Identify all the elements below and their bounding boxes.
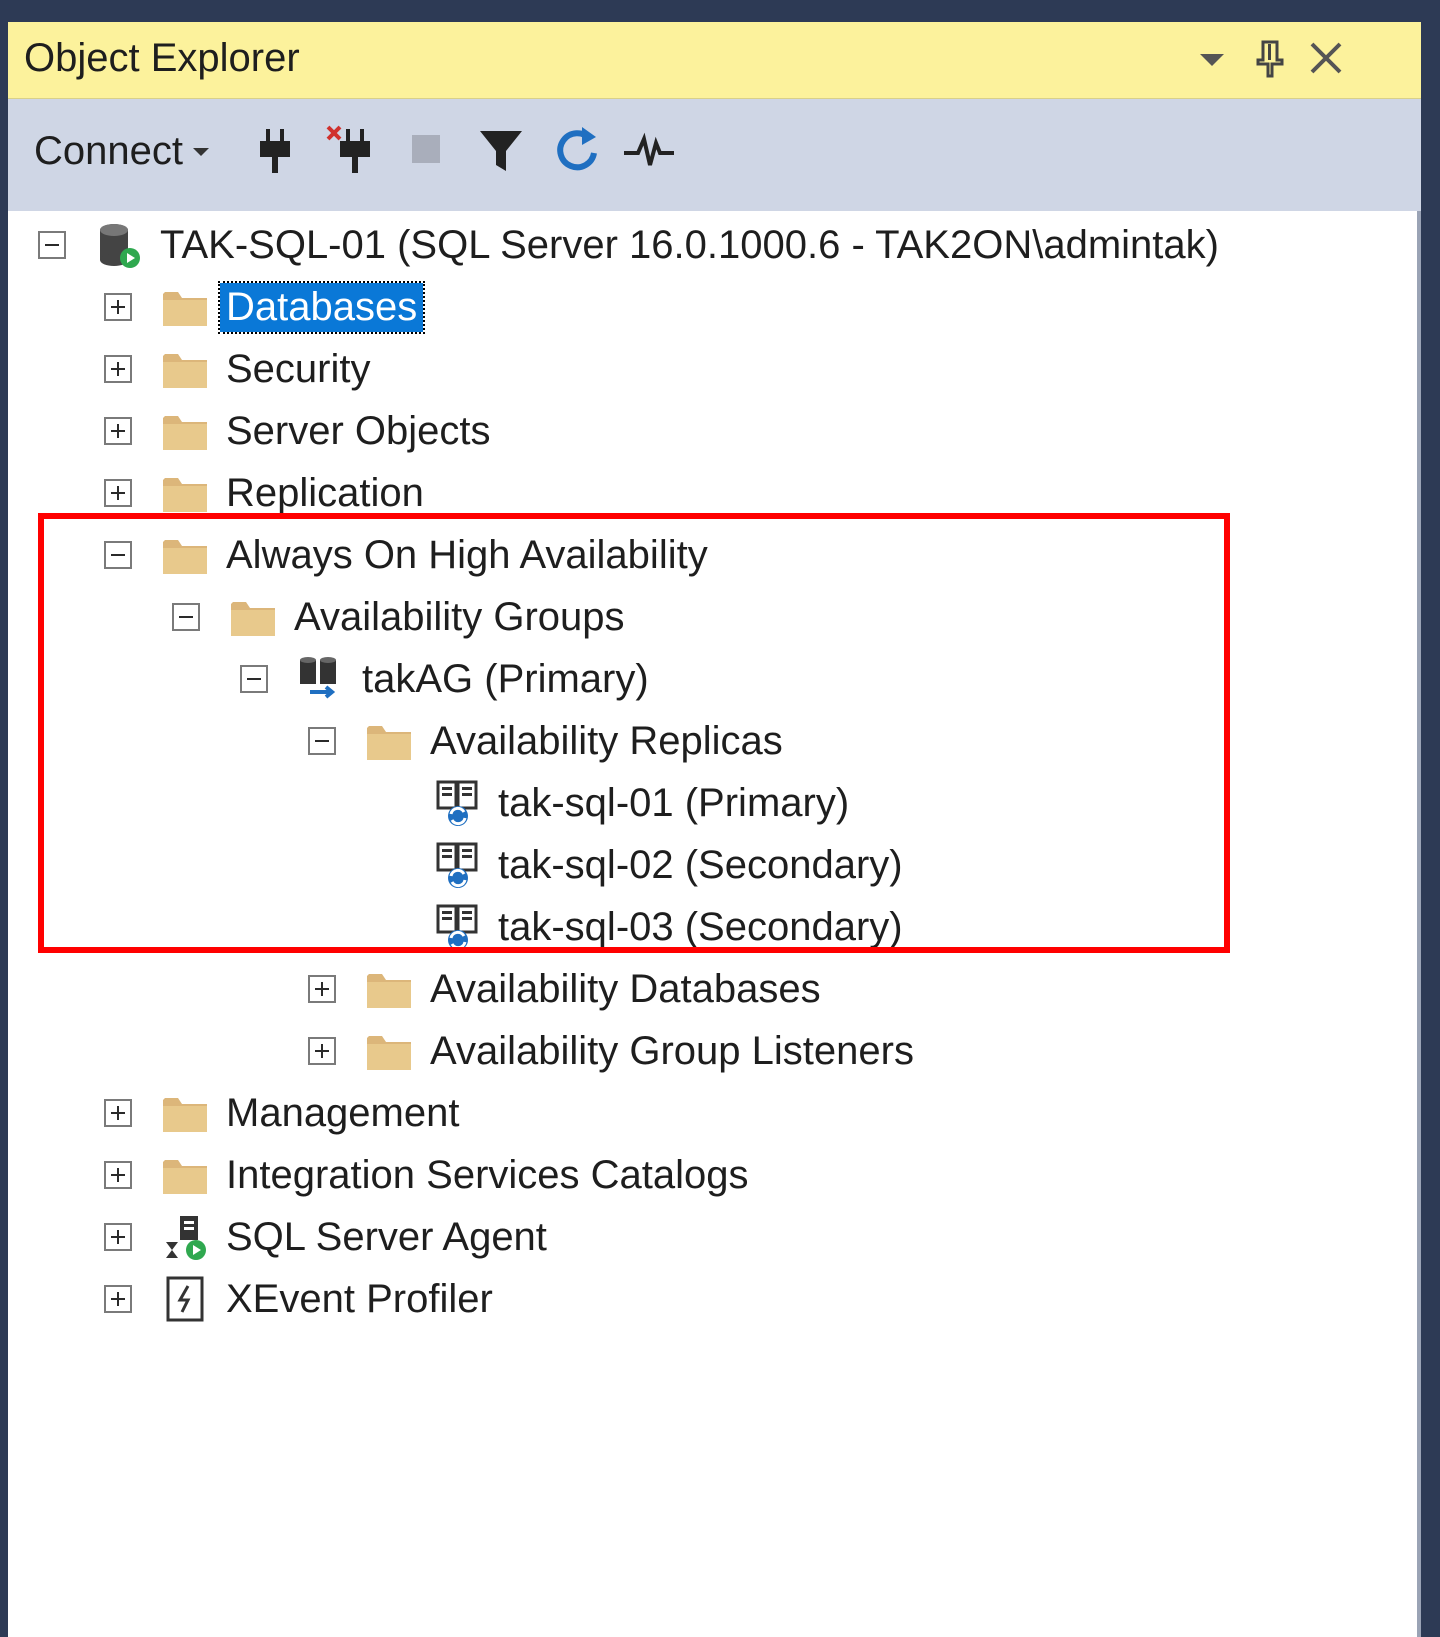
tree-node-label: Availability Groups (294, 594, 625, 639)
folder-icon (231, 602, 275, 636)
tree-node-label: Replication (226, 470, 424, 515)
expand-icon[interactable] (104, 417, 132, 445)
connect-button[interactable]: Connect (34, 129, 213, 174)
tree-node-management[interactable]: Management (104, 1082, 459, 1144)
collapse-icon[interactable] (240, 665, 268, 693)
folder-icon (163, 416, 207, 450)
tree-node-label: takAG (Primary) (362, 656, 649, 701)
disconnect-plug-icon[interactable] (324, 123, 378, 177)
folder-icon (163, 1098, 207, 1132)
expand-icon[interactable] (104, 1099, 132, 1127)
folder-icon (163, 1160, 207, 1194)
tree-node-label: tak-sql-02 (Secondary) (498, 842, 903, 887)
tree-node-ag-listeners[interactable]: Availability Group Listeners (308, 1020, 914, 1082)
tree-node-availability-groups[interactable]: Availability Groups (172, 586, 625, 648)
availability-replica-icon (436, 842, 478, 890)
tree-node-always-on[interactable]: Always On High Availability (104, 524, 708, 586)
tree-node-label: Availability Group Listeners (430, 1028, 914, 1073)
panel-title: Object Explorer (24, 36, 300, 80)
collapse-icon[interactable] (38, 231, 66, 259)
expand-icon[interactable] (104, 1285, 132, 1313)
folder-icon (367, 1036, 411, 1070)
folder-icon (163, 354, 207, 388)
tree-node-label: Management (226, 1090, 460, 1135)
close-icon[interactable] (1304, 36, 1348, 80)
collapse-icon[interactable] (104, 541, 132, 569)
object-explorer-panel: Object Explorer Connect TAK-SQL-01 (SQL … (8, 22, 1421, 1637)
connect-plug-icon[interactable] (248, 123, 302, 177)
tree-node-label: tak-sql-01 (Primary) (498, 780, 850, 825)
stop-icon[interactable] (400, 123, 454, 177)
tree-node-databases[interactable]: Databases (104, 276, 426, 338)
pin-icon[interactable] (1248, 36, 1292, 80)
tree-node-label: Security (226, 346, 371, 391)
expand-icon[interactable] (104, 355, 132, 383)
sql-agent-icon (166, 1216, 206, 1260)
availability-replica-icon (436, 780, 478, 828)
activity-monitor-icon[interactable] (622, 123, 676, 177)
tree-node-xevent-profiler[interactable]: XEvent Profiler (104, 1268, 493, 1330)
panel-border-right (1417, 211, 1421, 1637)
tree-node-label: Availability Replicas (430, 718, 783, 763)
tree-node-label: Integration Services Catalogs (226, 1152, 749, 1197)
tree-node-availability-databases[interactable]: Availability Databases (308, 958, 821, 1020)
tree-node-replica[interactable]: tak-sql-02 (Secondary) (376, 834, 903, 896)
tree-node-server-objects[interactable]: Server Objects (104, 400, 491, 462)
expand-icon[interactable] (104, 1161, 132, 1189)
folder-icon (367, 726, 411, 760)
expand-icon[interactable] (308, 975, 336, 1003)
tree-node-label: XEvent Profiler (226, 1276, 493, 1321)
availability-replica-icon (436, 904, 478, 952)
tree-node-label: SQL Server Agent (226, 1214, 547, 1259)
object-explorer-toolbar: Connect (8, 99, 1421, 211)
filter-icon[interactable] (474, 123, 528, 177)
tree-node-security[interactable]: Security (104, 338, 371, 400)
tree-node-label: Availability Databases (430, 966, 821, 1011)
folder-icon (367, 974, 411, 1008)
availability-group-icon (300, 657, 336, 699)
expand-icon[interactable] (104, 479, 132, 507)
expand-icon[interactable] (308, 1037, 336, 1065)
tree-node-label: tak-sql-03 (Secondary) (498, 904, 903, 949)
dropdown-arrow-icon[interactable] (1190, 36, 1234, 80)
tree-node-label: TAK-SQL-01 (SQL Server 16.0.1000.6 - TAK… (160, 222, 1219, 267)
tree-node-server[interactable]: TAK-SQL-01 (SQL Server 16.0.1000.6 - TAK… (38, 214, 1219, 276)
tree-node-replica[interactable]: tak-sql-01 (Primary) (376, 772, 849, 834)
refresh-icon[interactable] (550, 123, 604, 177)
tree-node-label: Databases (217, 280, 426, 334)
connect-label: Connect (34, 129, 183, 173)
tree-node-availability-replicas[interactable]: Availability Replicas (308, 710, 783, 772)
expand-icon[interactable] (104, 293, 132, 321)
tree-node-sql-agent[interactable]: SQL Server Agent (104, 1206, 547, 1268)
tree-node-label: Always On High Availability (226, 532, 708, 577)
sql-server-icon (100, 224, 140, 268)
expand-icon[interactable] (104, 1223, 132, 1251)
xevent-profiler-icon (166, 1276, 204, 1322)
tree-node-integration-services[interactable]: Integration Services Catalogs (104, 1144, 749, 1206)
tree-node-takag[interactable]: takAG (Primary) (240, 648, 649, 710)
panel-titlebar: Object Explorer (8, 22, 1421, 99)
chevron-down-icon (192, 147, 209, 156)
folder-icon (163, 478, 207, 512)
tree-node-label: Server Objects (226, 408, 491, 453)
folder-icon (163, 292, 207, 326)
collapse-icon[interactable] (308, 727, 336, 755)
folder-icon (163, 540, 207, 574)
tree-node-replication[interactable]: Replication (104, 462, 424, 524)
collapse-icon[interactable] (172, 603, 200, 631)
tree-node-replica[interactable]: tak-sql-03 (Secondary) (376, 896, 903, 958)
